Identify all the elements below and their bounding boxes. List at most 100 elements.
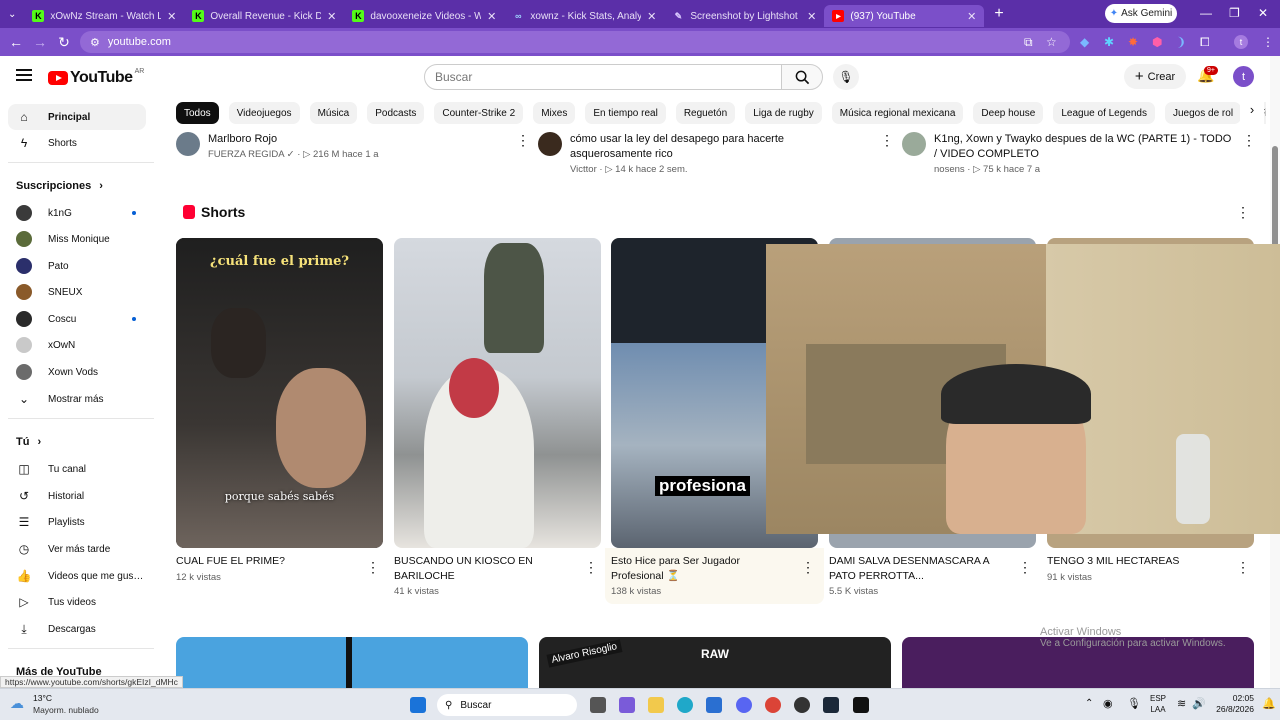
chip[interactable]: Reguetón xyxy=(675,102,736,124)
new-tab-button[interactable]: + xyxy=(984,5,1013,23)
sidebar-sub-coscu[interactable]: Coscu xyxy=(8,306,146,332)
voice-search-button[interactable]: 🎙 xyxy=(833,64,859,90)
browser-menu-icon[interactable]: ⋮ xyxy=(1262,35,1274,49)
short-title[interactable]: BUSCANDO UN KIOSCO EN BARILOCHE xyxy=(394,554,574,584)
short-title[interactable]: Esto Hice para Ser Jugador Profesional ⏳ xyxy=(611,554,791,584)
subscriptions-heading[interactable]: Suscripciones › xyxy=(16,180,103,192)
chip[interactable]: Deep house xyxy=(973,102,1044,124)
chips-next-button[interactable]: › xyxy=(1240,102,1264,124)
browser-tab[interactable]: Kdavooxeneize Videos - Watch✕ xyxy=(344,5,504,27)
bookmark-star-icon[interactable]: ☆ xyxy=(1046,35,1057,49)
notification-center-icon[interactable]: 🔔 xyxy=(1262,697,1276,710)
extension-icon[interactable]: ✱ xyxy=(1104,35,1114,49)
ask-gemini-button[interactable]: ✦ Ask Gemini xyxy=(1105,4,1177,23)
more-actions-icon[interactable]: ⋮ xyxy=(516,132,530,149)
sidebar-item-downloads[interactable]: ⤓ Descargas xyxy=(8,616,146,642)
more-actions-icon[interactable]: ⋮ xyxy=(366,559,380,576)
forward-icon[interactable]: → xyxy=(28,34,52,50)
you-heading[interactable]: Tú › xyxy=(16,436,41,448)
shelf-menu-icon[interactable]: ⋮ xyxy=(1236,204,1250,221)
browser-tab[interactable]: KxOwNz Stream - Watch Live on✕ xyxy=(24,5,184,27)
browser-tab[interactable]: KOverall Revenue - Kick Dashbo✕ xyxy=(184,5,344,27)
chip[interactable]: Counter-Strike 2 xyxy=(434,102,524,124)
extension-icon[interactable]: ◆ xyxy=(1080,35,1089,49)
sidebar-sub-sneux[interactable]: SNEUX xyxy=(8,279,146,305)
profile-icon[interactable]: t xyxy=(1234,35,1248,49)
extensions-puzzle-icon[interactable]: ⧠ xyxy=(1200,35,1210,50)
store-icon[interactable] xyxy=(706,697,722,713)
browser-tab[interactable]: ✎ Screenshot by Lightshot ✕ xyxy=(664,5,824,27)
youtube-logo[interactable]: YouTube AR xyxy=(48,68,144,87)
account-avatar[interactable]: t xyxy=(1233,66,1254,87)
sidebar-sub-k1ng[interactable]: k1nG xyxy=(8,200,146,226)
sidebar-item-watch-later[interactable]: ◷ Ver más tarde xyxy=(8,536,146,562)
sidebar-sub-miss-monique[interactable]: Miss Monique xyxy=(8,226,146,252)
back-icon[interactable]: ← xyxy=(4,34,28,50)
microphone-icon[interactable]: 🎙 xyxy=(1127,697,1141,710)
video-thumbnail[interactable]: Alvaro Risoglio RAW xyxy=(539,637,891,688)
task-view-icon[interactable] xyxy=(590,697,606,713)
chip[interactable]: Videojuegos xyxy=(228,102,300,124)
epic-games-icon[interactable] xyxy=(853,697,869,713)
extension-icon[interactable]: ⬢ xyxy=(1152,35,1162,49)
more-actions-icon[interactable]: ⋮ xyxy=(1236,559,1250,576)
sidebar-sub-pato[interactable]: Pato xyxy=(8,253,146,279)
site-info-icon[interactable]: ⚙ xyxy=(90,36,100,49)
close-tab-icon[interactable]: ✕ xyxy=(487,10,496,23)
video-item[interactable]: Marlboro Rojo FUERZA REGIDA ✓ · ▷ 216 M … xyxy=(176,132,516,160)
window-close-icon[interactable]: ✕ xyxy=(1258,6,1268,20)
more-actions-icon[interactable]: ⋮ xyxy=(801,559,815,576)
more-actions-icon[interactable]: ⋮ xyxy=(1018,559,1032,576)
more-actions-icon[interactable]: ⋮ xyxy=(1242,132,1256,149)
language-indicator[interactable]: ESP LAA xyxy=(1150,693,1166,715)
steam-icon[interactable] xyxy=(823,697,839,713)
chrome-icon[interactable] xyxy=(765,697,781,713)
obs-icon[interactable] xyxy=(794,697,810,713)
maximize-icon[interactable]: ❐ xyxy=(1229,6,1240,20)
close-tab-icon[interactable]: ✕ xyxy=(967,10,976,23)
sidebar-item-your-channel[interactable]: ◫ Tu canal xyxy=(8,456,146,482)
sidebar-item-home[interactable]: ⌂ Principal xyxy=(8,104,146,130)
video-thumbnail[interactable] xyxy=(176,637,528,688)
browser-tab-active[interactable]: ▶ (937) YouTube ✕ xyxy=(824,5,985,27)
chip[interactable]: Liga de rugby xyxy=(745,102,822,124)
close-tab-icon[interactable]: ✕ xyxy=(327,10,336,23)
sidebar-sub-xown[interactable]: xOwN xyxy=(8,332,146,358)
clock[interactable]: 02:05 26/8/2026 xyxy=(1214,693,1254,715)
sidebar-item-playlists[interactable]: ☰ Playlists xyxy=(8,509,146,535)
chip[interactable]: Juegos de rol xyxy=(1165,102,1242,124)
create-button[interactable]: + Crear xyxy=(1124,64,1186,89)
short-title[interactable]: TENGO 3 MIL HECTAREAS xyxy=(1047,554,1227,569)
discord-icon[interactable] xyxy=(736,697,752,713)
windows-start-icon[interactable] xyxy=(410,697,426,713)
show-more-button[interactable]: ⌄ Mostrar más xyxy=(8,386,146,412)
close-tab-icon[interactable]: ✕ xyxy=(647,10,656,23)
minimize-icon[interactable]: — xyxy=(1200,6,1212,20)
video-item[interactable]: K1ng, Xown y Twayko despues de la WC (PA… xyxy=(902,132,1232,175)
chip-todos[interactable]: Todos xyxy=(176,102,219,124)
install-app-icon[interactable]: ⧉ xyxy=(1024,35,1033,50)
taskbar-search[interactable]: ⚲ Buscar xyxy=(437,694,577,716)
extension-icon[interactable]: ❩ xyxy=(1176,35,1186,49)
more-actions-icon[interactable]: ⋮ xyxy=(584,559,598,576)
sidebar-item-your-videos[interactable]: ▷ Tus videos xyxy=(8,589,146,615)
sidebar-item-shorts[interactable]: ϟ Shorts xyxy=(8,130,146,156)
chip[interactable]: Música xyxy=(309,102,358,124)
tray-chevron-icon[interactable]: ⌃ xyxy=(1085,698,1093,709)
edge-icon[interactable] xyxy=(677,697,693,713)
sidebar-item-liked-videos[interactable]: 👍 Videos que me gus… xyxy=(8,563,146,589)
hamburger-menu-icon[interactable] xyxy=(16,69,32,81)
address-bar[interactable]: ⚙ youtube.com xyxy=(80,31,1070,53)
chip[interactable]: League of Legends xyxy=(1053,102,1155,124)
short-title[interactable]: CUAL FUE EL PRIME? xyxy=(176,554,356,569)
network-icon[interactable]: ◉ xyxy=(1103,697,1113,710)
short-title[interactable]: DAMI SALVA DESENMASCARA A PATO PERROTTA.… xyxy=(829,554,1009,584)
reload-icon[interactable]: ↻ xyxy=(52,34,76,51)
close-tab-icon[interactable]: ✕ xyxy=(167,10,176,23)
file-explorer-icon[interactable] xyxy=(648,697,664,713)
short-thumbnail[interactable] xyxy=(394,238,601,548)
close-tab-icon[interactable]: ✕ xyxy=(807,10,816,23)
weather-icon[interactable]: ☁ xyxy=(10,695,24,712)
sidebar-sub-xown-vods[interactable]: Xown Vods xyxy=(8,359,146,385)
chip[interactable]: Podcasts xyxy=(367,102,425,124)
